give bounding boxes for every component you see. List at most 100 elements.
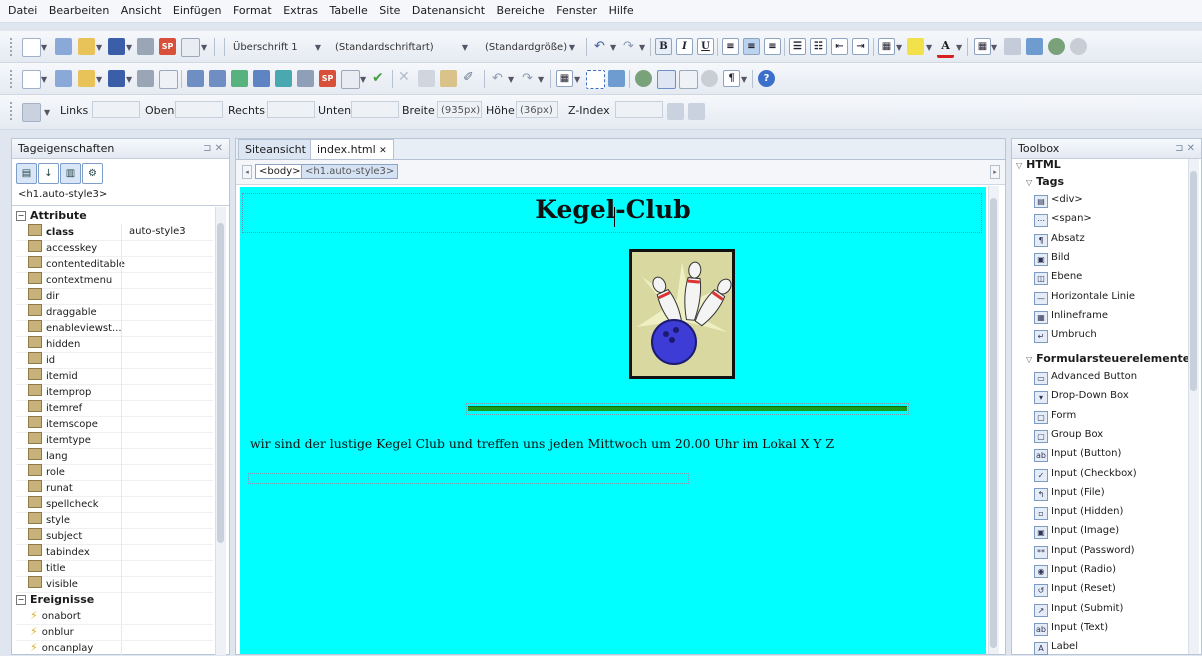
highlight-icon[interactable] (907, 38, 924, 55)
collapse-icon[interactable]: − (16, 211, 26, 221)
toolbox-item[interactable]: ▭ Advanced Button (1034, 368, 1137, 386)
property-row[interactable]: draggable (16, 304, 213, 321)
property-row[interactable]: style (16, 512, 213, 529)
chevron-down-icon[interactable]: ▼ (41, 75, 47, 84)
publish-icon[interactable] (137, 38, 154, 55)
property-row[interactable]: hidden (16, 336, 213, 353)
properties-settings-icon[interactable]: ⚙ (82, 163, 103, 184)
chevron-down-icon[interactable]: ▼ (956, 43, 962, 52)
property-row[interactable]: lang (16, 448, 213, 465)
scroll-left-icon[interactable]: ◂ (242, 165, 252, 179)
sharepoint-icon[interactable]: SP (159, 38, 176, 55)
design-canvas[interactable]: Kegel-Club wir sind der lustige Kegel Cl… (240, 187, 986, 654)
borders-icon[interactable]: ▦ (878, 38, 895, 55)
help-icon[interactable]: ? (758, 70, 775, 87)
property-row[interactable]: contextmenu (16, 272, 213, 289)
bowling-image[interactable] (629, 249, 735, 379)
property-row[interactable]: dir (16, 288, 213, 305)
rechts-field[interactable] (267, 101, 315, 118)
insert-layer-icon[interactable] (586, 70, 605, 89)
events-section-header[interactable]: − Ereignisse (16, 592, 213, 608)
folder-view-icon[interactable] (209, 70, 226, 87)
web-icon[interactable] (231, 70, 248, 87)
toolbox-item[interactable]: ◫ Ebene (1034, 268, 1082, 286)
property-row[interactable]: role (16, 464, 213, 481)
paragraph-style-select[interactable]: Überschrift 1 ▼ (232, 39, 324, 57)
property-row[interactable]: contenteditable (16, 256, 213, 273)
open-folder-icon[interactable] (78, 38, 95, 55)
numbered-list-icon[interactable]: ☰ (789, 38, 806, 55)
toolbar-grip[interactable] (10, 70, 15, 88)
stop-icon[interactable] (701, 70, 718, 87)
open-folder-icon[interactable] (78, 70, 95, 87)
html-section-header[interactable]: ▽ HTML (1016, 156, 1061, 174)
toolbox-item[interactable]: — Horizontale Linie (1034, 288, 1135, 306)
new-page-icon[interactable] (22, 38, 41, 57)
scroll-thumb[interactable] (1190, 171, 1197, 391)
refresh-icon[interactable] (679, 70, 698, 89)
underline-icon[interactable]: U (697, 38, 714, 55)
align-left-icon[interactable]: ≡ (722, 38, 739, 55)
chevron-down-icon[interactable]: ▼ (41, 43, 47, 52)
categorized-view-icon[interactable]: ▤ (16, 163, 37, 184)
toolbox-item[interactable]: ↺ Input (Reset) (1034, 580, 1116, 598)
property-row[interactable]: spellcheck (16, 496, 213, 513)
toolbox-item[interactable]: ◉ Input (Radio) (1034, 561, 1116, 579)
event-row[interactable]: ⚡ onabort (16, 608, 213, 625)
scroll-thumb[interactable] (217, 223, 224, 543)
property-row-class[interactable]: class auto-style3 (16, 224, 213, 241)
property-row[interactable]: itemscope (16, 416, 213, 433)
page-view-icon[interactable] (187, 70, 204, 87)
save-icon[interactable] (108, 38, 125, 55)
toolbox-item[interactable]: ↗ Input (Submit) (1034, 600, 1123, 618)
undo-icon[interactable]: ↶ (492, 71, 503, 86)
align-right-icon[interactable]: ≡ (764, 38, 781, 55)
toolbox-item[interactable]: ▫ Input (Hidden) (1034, 503, 1123, 521)
property-scrollbar[interactable] (215, 207, 226, 655)
menu-fenster[interactable]: Fenster (556, 0, 597, 17)
menu-bereiche[interactable]: Bereiche (497, 0, 545, 17)
chevron-down-icon[interactable]: ▼ (639, 43, 645, 52)
chevron-down-icon[interactable]: ▼ (610, 43, 616, 52)
font-size-select[interactable]: (Standardgröße) ▼ (484, 39, 578, 57)
property-row[interactable]: itemref (16, 400, 213, 417)
property-row[interactable]: accesskey (16, 240, 213, 257)
property-row[interactable]: tabindex (16, 544, 213, 561)
new-site-icon[interactable] (55, 38, 72, 55)
picture-icon[interactable] (1026, 38, 1043, 55)
toolbox-item[interactable]: ¶ Absatz (1034, 230, 1085, 248)
bookmark-icon[interactable] (657, 70, 676, 89)
chevron-down-icon[interactable]: ▼ (126, 43, 132, 52)
hoehe-field[interactable]: (36px) (516, 101, 558, 118)
position-icon[interactable] (22, 103, 41, 122)
toolbox-item[interactable]: ✓ Input (Checkbox) (1034, 465, 1137, 483)
new-page-icon[interactable] (22, 70, 41, 89)
redo-icon[interactable]: ↷ (522, 71, 533, 86)
scroll-thumb[interactable] (990, 198, 997, 648)
links-field[interactable] (92, 101, 140, 118)
scroll-right-icon[interactable]: ▸ (990, 165, 1000, 179)
editor-scrollbar[interactable] (988, 186, 999, 654)
menu-extras[interactable]: Extras (283, 0, 318, 17)
menu-bearbeiten[interactable]: Bearbeiten (49, 0, 109, 17)
property-row[interactable]: enableviewst... (16, 320, 213, 337)
tags-section-header[interactable]: ▽ Tags (1026, 173, 1064, 191)
empty-paragraph[interactable] (248, 473, 689, 484)
find-icon[interactable] (159, 70, 178, 89)
bring-forward-icon[interactable] (667, 103, 684, 120)
property-row[interactable]: itemid (16, 368, 213, 385)
chevron-down-icon[interactable]: ▼ (574, 75, 580, 84)
layer-toolbar-icon[interactable] (1004, 38, 1021, 55)
unten-field[interactable] (351, 101, 399, 118)
pin-close-icon[interactable]: ⊐ ✕ (203, 139, 223, 159)
property-row[interactable]: visible (16, 576, 213, 593)
toolbox-item[interactable]: ⋯ <span> (1034, 210, 1092, 228)
property-row[interactable]: itemprop (16, 384, 213, 401)
attributes-section-header[interactable]: − Attribute (16, 208, 213, 224)
reports-icon[interactable] (253, 70, 270, 87)
toolbar-grip[interactable] (10, 102, 15, 120)
oben-field[interactable] (175, 101, 223, 118)
menu-site[interactable]: Site (379, 0, 400, 17)
cut-icon[interactable]: ✕ (398, 69, 410, 85)
preview-icon[interactable] (181, 38, 200, 57)
